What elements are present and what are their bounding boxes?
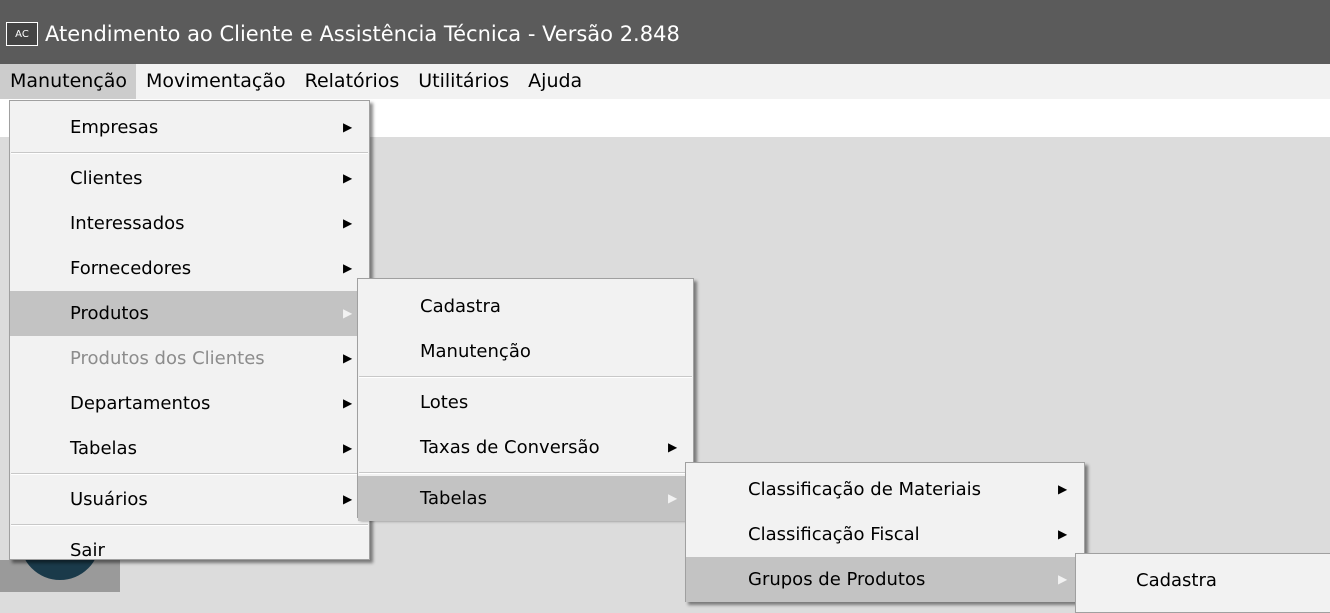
menu-item-label: Tabelas bbox=[70, 438, 137, 459]
submenu-arrow-icon: ▶ bbox=[343, 351, 353, 365]
submenu-arrow-icon: ▶ bbox=[343, 306, 353, 320]
menu-item-label: Clientes bbox=[70, 168, 143, 189]
menu-item-departamentos[interactable]: Departamentos ▶ bbox=[10, 381, 369, 426]
menu-ajuda[interactable]: Ajuda bbox=[518, 64, 591, 99]
app-icon: AC bbox=[6, 22, 38, 46]
menu-separator bbox=[11, 152, 368, 154]
menu-item-label: Sair bbox=[70, 540, 105, 561]
menu-item-label: Empresas bbox=[70, 117, 159, 138]
menu-item-manutencao[interactable]: Manutenção bbox=[358, 329, 693, 374]
submenu-arrow-icon: ▶ bbox=[343, 492, 353, 506]
menu-item-interessados[interactable]: Interessados ▶ bbox=[10, 201, 369, 246]
menu-item-label: Grupos de Produtos bbox=[748, 569, 926, 590]
submenu-arrow-icon: ▶ bbox=[343, 216, 353, 230]
menu-item-label: Tabelas bbox=[420, 488, 487, 509]
menu-item-label: Fornecedores bbox=[70, 258, 192, 279]
menu-item-label: Usuários bbox=[70, 489, 148, 510]
menu-item-label: Taxas de Conversão bbox=[420, 437, 600, 458]
submenu-arrow-icon: ▶ bbox=[1058, 572, 1068, 586]
menu-item-label: Produtos dos Clientes bbox=[70, 348, 265, 369]
tabelas-submenu: Classificação de Materiais ▶ Classificaçã… bbox=[685, 462, 1085, 602]
menu-item-label: Cadastra bbox=[420, 296, 501, 317]
menu-utilitarios[interactable]: Utilitários bbox=[408, 64, 518, 99]
menu-item-tabelas[interactable]: Tabelas ▶ bbox=[10, 426, 369, 471]
submenu-arrow-icon: ▶ bbox=[343, 441, 353, 455]
menu-item-taxas-de-conversao[interactable]: Taxas de Conversão ▶ bbox=[358, 425, 693, 470]
menu-separator bbox=[359, 376, 692, 378]
menu-item-produtos[interactable]: Produtos ▶ bbox=[10, 291, 369, 336]
submenu-arrow-icon: ▶ bbox=[343, 120, 353, 134]
menu-item-label: Produtos bbox=[70, 303, 149, 324]
grupos-de-produtos-submenu: Cadastra bbox=[1075, 553, 1330, 613]
menu-separator bbox=[11, 524, 368, 526]
menu-separator bbox=[359, 472, 692, 474]
submenu-arrow-icon: ▶ bbox=[1058, 527, 1068, 541]
menu-item-produtos-dos-clientes[interactable]: Produtos dos Clientes ▶ bbox=[10, 336, 369, 381]
menu-bar: Manutenção Movimentação Relatórios Utili… bbox=[0, 64, 1330, 99]
menu-item-label: Classificação Fiscal bbox=[748, 524, 920, 545]
menu-item-clientes[interactable]: Clientes ▶ bbox=[10, 156, 369, 201]
menu-item-cadastra[interactable]: Cadastra bbox=[358, 284, 693, 329]
menu-item-label: Manutenção bbox=[420, 341, 531, 362]
menu-item-fornecedores[interactable]: Fornecedores ▶ bbox=[10, 246, 369, 291]
menu-manutencao[interactable]: Manutenção bbox=[0, 64, 137, 99]
menu-item-sair[interactable]: Sair bbox=[10, 528, 369, 573]
menu-item-label: Lotes bbox=[420, 392, 469, 413]
submenu-arrow-icon: ▶ bbox=[343, 171, 353, 185]
menu-item-cadastra-grupo[interactable]: Cadastra bbox=[1076, 558, 1330, 603]
menu-item-grupos-de-produtos[interactable]: Grupos de Produtos ▶ bbox=[686, 557, 1084, 602]
manutencao-dropdown: Empresas ▶ Clientes ▶ Interessados ▶ Fornec… bbox=[9, 100, 370, 561]
menu-item-tabelas[interactable]: Tabelas ▶ bbox=[358, 476, 693, 521]
window-title: Atendimento ao Cliente e Assistência Téc… bbox=[45, 22, 680, 46]
title-bar: AC Atendimento ao Cliente e Assistência … bbox=[0, 0, 1330, 64]
menu-item-label: Cadastra bbox=[1136, 570, 1217, 591]
produtos-submenu: Cadastra Manutenção Lotes Taxas de Conve… bbox=[357, 278, 694, 521]
menu-relatorios[interactable]: Relatórios bbox=[295, 64, 409, 99]
submenu-arrow-icon: ▶ bbox=[1058, 482, 1068, 496]
menu-item-label: Departamentos bbox=[70, 393, 211, 414]
submenu-arrow-icon: ▶ bbox=[343, 261, 353, 275]
menu-item-classificacao-de-materiais[interactable]: Classificação de Materiais ▶ bbox=[686, 467, 1084, 512]
submenu-arrow-icon: ▶ bbox=[343, 396, 353, 410]
menu-movimentacao[interactable]: Movimentação bbox=[136, 64, 295, 99]
submenu-arrow-icon: ▶ bbox=[668, 440, 678, 454]
menu-separator bbox=[11, 473, 368, 475]
menu-item-empresas[interactable]: Empresas ▶ bbox=[10, 105, 369, 150]
menu-item-classificacao-fiscal[interactable]: Classificação Fiscal ▶ bbox=[686, 512, 1084, 557]
menu-item-lotes[interactable]: Lotes bbox=[358, 380, 693, 425]
submenu-arrow-icon: ▶ bbox=[668, 491, 678, 505]
menu-item-label: Classificação de Materiais bbox=[748, 479, 982, 500]
menu-item-label: Interessados bbox=[70, 213, 185, 234]
menu-item-usuarios[interactable]: Usuários ▶ bbox=[10, 477, 369, 522]
